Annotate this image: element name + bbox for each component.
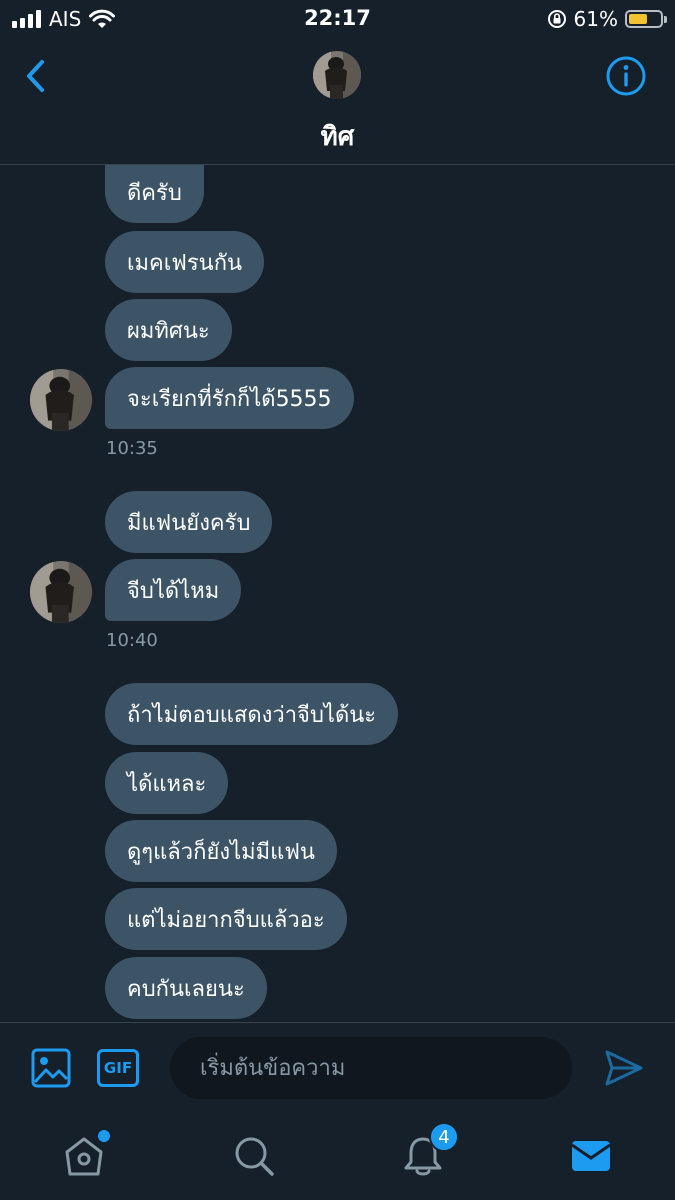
- profile-photo: [30, 369, 92, 431]
- message-timestamp: 10:40: [106, 630, 158, 651]
- message-timestamp: 10:35: [106, 438, 158, 459]
- new-content-dot: [98, 1130, 110, 1142]
- tab-notifications[interactable]: 4: [401, 1122, 459, 1178]
- status-right: 61%: [547, 7, 667, 31]
- message-text: เมคเฟรนกัน: [127, 250, 243, 276]
- conversation-header: ทิศ: [0, 38, 675, 165]
- message-bubble[interactable]: คบกันเลยนะ: [105, 957, 267, 1019]
- contact-name[interactable]: ทิศ: [0, 116, 675, 157]
- message-text: แต่ไม่อยากจีบแล้วอะ: [127, 907, 325, 933]
- tab-home[interactable]: [62, 1130, 110, 1178]
- message-bubble[interactable]: ดีครับ: [105, 165, 204, 223]
- message-text: จีบได้ไหม: [127, 578, 220, 604]
- message-text: ผมทิศนะ: [127, 318, 210, 344]
- message-bubble[interactable]: ถ้าไม่ตอบแสดงว่าจีบได้นะ: [105, 683, 399, 745]
- message-bubble[interactable]: จีบได้ไหม: [105, 559, 242, 621]
- tab-bar: 4: [0, 1112, 675, 1200]
- message-bubble[interactable]: เมคเฟรนกัน: [105, 231, 265, 293]
- message-bubble[interactable]: จะเรียกที่รักก็ได้5555: [105, 367, 354, 429]
- message-text: ดูๆแล้วก็ยังไม่มีแฟน: [127, 839, 315, 865]
- dm-conversation-screen: AIS 22:17 61% ทิศ ดีครับ เมคเฟรนกัน ผมทิ…: [0, 0, 675, 1200]
- message-bubble[interactable]: ได้แหละ: [105, 752, 229, 814]
- tab-messages[interactable]: [569, 1134, 613, 1178]
- message-bubble[interactable]: แต่ไม่อยากจีบแล้วอะ: [105, 888, 347, 950]
- sender-avatar[interactable]: [30, 369, 92, 431]
- image-icon[interactable]: [30, 1047, 72, 1089]
- sender-avatar[interactable]: [30, 561, 92, 623]
- message-bubble[interactable]: ผมทิศนะ: [105, 299, 232, 361]
- back-button[interactable]: [18, 56, 54, 96]
- status-bar: AIS 22:17 61%: [0, 0, 675, 38]
- orientation-lock-icon: [547, 10, 566, 28]
- profile-photo: [30, 561, 92, 623]
- send-icon[interactable]: [603, 1047, 645, 1089]
- message-text: มีแฟนยังครับ: [127, 510, 251, 536]
- search-icon: [235, 1137, 274, 1176]
- profile-photo: [313, 51, 361, 99]
- message-text: จะเรียกที่รักก็ได้5555: [127, 386, 332, 412]
- notification-badge: 4: [429, 1122, 459, 1152]
- battery-percent: 61%: [573, 7, 618, 31]
- message-text: ถ้าไม่ตอบแสดงว่าจีบได้นะ: [127, 702, 377, 728]
- message-bubble[interactable]: มีแฟนยังครับ: [105, 491, 273, 553]
- gif-button[interactable]: GIF: [97, 1049, 139, 1087]
- message-text: ได้แหละ: [127, 771, 207, 797]
- message-bubble[interactable]: ดูๆแล้วก็ยังไม่มีแฟน: [105, 820, 337, 882]
- envelope-icon: [571, 1141, 611, 1171]
- avatar[interactable]: [313, 51, 361, 99]
- battery-level: [629, 14, 648, 24]
- battery-icon: [625, 10, 667, 28]
- info-icon[interactable]: [605, 55, 647, 97]
- message-text: คบกันเลยนะ: [127, 976, 245, 1002]
- message-text: ดีครับ: [127, 180, 182, 206]
- message-list[interactable]: ดีครับ เมคเฟรนกัน ผมทิศนะ จะเรียกที่รักก…: [0, 165, 675, 1022]
- compose-bar: GIF: [0, 1022, 675, 1112]
- tab-search[interactable]: [232, 1134, 276, 1178]
- message-input[interactable]: [170, 1037, 572, 1099]
